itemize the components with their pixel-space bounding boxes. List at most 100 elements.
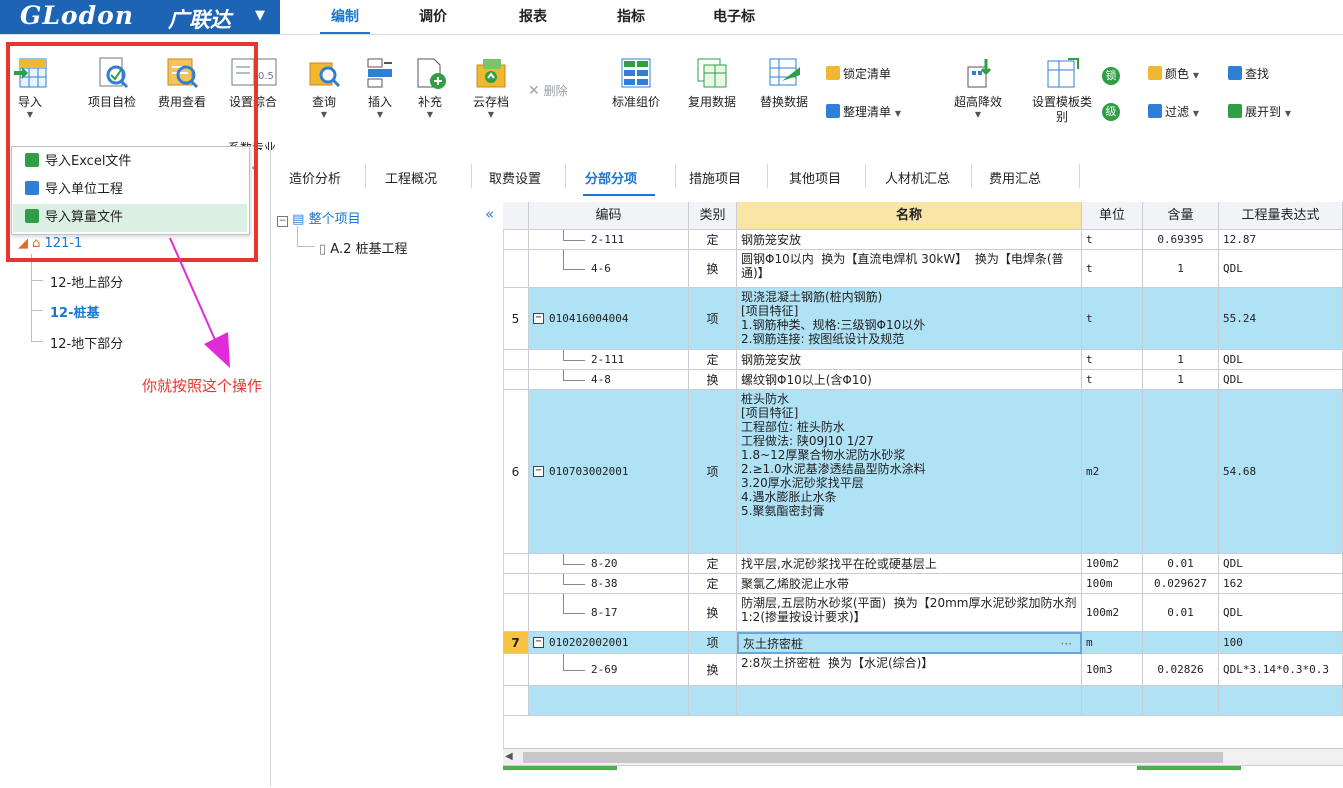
collapse-panel-icon[interactable]: « [485, 205, 494, 223]
table-cell-expr[interactable]: QDL [1219, 594, 1343, 632]
table-cell-name[interactable]: 钢筋笼安放 [737, 350, 1082, 370]
table-cell-code[interactable]: 8-17 [529, 594, 689, 632]
app-logo[interactable]: GLodon 广联达 ▼ [0, 0, 280, 34]
table-cell-code[interactable]: 8-38 [529, 574, 689, 594]
tab-other-items[interactable]: 其他项目 [789, 168, 841, 187]
scrollbar-thumb[interactable] [523, 752, 1223, 763]
table-cell-type[interactable]: 定 [689, 350, 737, 370]
table-cell-name[interactable]: 2:8灰土挤密桩 换为【水泥(综合)】 [737, 654, 1082, 686]
find-button[interactable]: 查找 [1228, 65, 1269, 82]
table-cell-expr[interactable]: QDL [1219, 554, 1343, 574]
table-cell-no[interactable]: 7 [503, 632, 529, 654]
collapse-icon[interactable]: − [533, 637, 544, 648]
table-cell-name[interactable]: 聚氯乙烯胶泥止水带 [737, 574, 1082, 594]
scroll-left-icon[interactable]: ◀ [505, 751, 513, 762]
menu-item-import-excel[interactable]: 导入Excel文件 [13, 148, 247, 176]
table-cell-name[interactable]: 灰土挤密桩 ··· [737, 632, 1082, 654]
table-cell-name[interactable]: 现浇混凝土钢筋(桩内钢筋) [项目特征] 1.钢筋种类、规格:三级钢Φ10以外 … [737, 288, 1082, 350]
replace-data-button[interactable]: 替换数据 [752, 55, 816, 110]
table-cell-unit[interactable]: 10m3 [1082, 654, 1143, 686]
table-cell-type[interactable]: 换 [689, 250, 737, 288]
table-cell-code[interactable]: 8-20 [529, 554, 689, 574]
table-cell-no[interactable] [503, 574, 529, 594]
table-cell-no[interactable] [503, 350, 529, 370]
table-cell-unit[interactable]: 100m2 [1082, 594, 1143, 632]
menu-tab-edit[interactable]: 编制 [320, 0, 370, 34]
delete-button[interactable]: ✕ 删除 [528, 82, 568, 99]
level-icon[interactable]: 级 [1102, 103, 1120, 121]
tab-fee-settings[interactable]: 取费设置 [489, 168, 541, 187]
table-cell-unit[interactable]: t [1082, 350, 1143, 370]
table-cell-qty[interactable] [1143, 632, 1219, 654]
table-cell-no[interactable] [503, 250, 529, 288]
menu-tab-report[interactable]: 报表 [508, 0, 558, 34]
table-cell-qty[interactable] [1143, 390, 1219, 554]
table-cell-type[interactable]: 定 [689, 554, 737, 574]
table-cell-no[interactable] [503, 594, 529, 632]
menu-item-import-unit-project[interactable]: 导入单位工程 [13, 176, 247, 204]
supplement-button[interactable]: 补充 ▼ [412, 55, 448, 119]
table-cell-unit[interactable]: t [1082, 250, 1143, 288]
table-cell-expr[interactable]: QDL [1219, 370, 1343, 390]
expand-to-button[interactable]: 展开到 ▼ [1228, 103, 1291, 120]
super-high-reduce-button[interactable]: 超高降效 ▼ [946, 55, 1010, 119]
cloud-save-button[interactable]: 云存档 ▼ [468, 55, 514, 119]
table-cell-code[interactable]: 2-111 [529, 230, 689, 250]
mark-icon[interactable]: 锁 [1102, 67, 1120, 85]
table-cell-no[interactable]: 6 [503, 390, 529, 554]
table-cell-unit[interactable]: m [1082, 632, 1143, 654]
standard-pricing-button[interactable]: 标准组价 [604, 55, 668, 110]
table-cell-code[interactable]: −010703002001 [529, 390, 689, 554]
menu-tab-index[interactable]: 指标 [606, 0, 656, 34]
table-cell-name[interactable]: 桩头防水 [项目特征] 工程部位: 桩头防水 工程做法: 陕09J10 1/27… [737, 390, 1082, 554]
table-cell-type[interactable]: 换 [689, 370, 737, 390]
table-cell-code[interactable]: 2-69 [529, 654, 689, 686]
organize-list-button[interactable]: 整理清单 ▼ [826, 103, 901, 120]
table-cell-code[interactable]: 4-6 [529, 250, 689, 288]
table-cell-expr[interactable]: QDL*3.14*0.3*0.3 [1219, 654, 1343, 686]
collapse-icon[interactable]: − [277, 216, 288, 227]
more-icon[interactable]: ··· [1061, 637, 1072, 651]
table-cell-qty[interactable]: 0.01 [1143, 554, 1219, 574]
horizontal-scrollbar[interactable]: ◀ [503, 748, 1343, 766]
table-cell-name[interactable]: 防潮层,五层防水砂浆(平面) 换为【20mm厚水泥砂浆加防水剂 1:2(掺量按设… [737, 594, 1082, 632]
reuse-data-button[interactable]: 复用数据 [680, 55, 744, 110]
table-cell-name[interactable]: 钢筋笼安放 [737, 230, 1082, 250]
table-cell-type[interactable]: 换 [689, 654, 737, 686]
table-cell-no[interactable] [503, 370, 529, 390]
table-cell-expr[interactable]: 162 [1219, 574, 1343, 594]
table-cell-no[interactable] [503, 654, 529, 686]
table-cell-expr[interactable]: 100 [1219, 632, 1343, 654]
tab-labor-material-summary[interactable]: 人材机汇总 [885, 168, 950, 187]
tab-sub-items[interactable]: 分部分项 [585, 168, 637, 187]
table-cell-code[interactable]: 2-111 [529, 350, 689, 370]
query-button[interactable]: 查询 ▼ [306, 55, 342, 119]
table-cell-unit[interactable]: 100m [1082, 574, 1143, 594]
table-cell-type[interactable]: 换 [689, 594, 737, 632]
table-cell-expr[interactable]: QDL [1219, 350, 1343, 370]
section-root[interactable]: − ▤ 整个项目 [277, 208, 361, 227]
tab-fee-summary[interactable]: 费用汇总 [989, 168, 1041, 187]
set-template-category-button[interactable]: 设置模板类别 [1030, 55, 1094, 125]
table-cell-type[interactable]: 项 [689, 288, 737, 350]
chevron-down-icon[interactable]: ▼ [255, 8, 265, 23]
tab-measures[interactable]: 措施项目 [689, 168, 741, 187]
table-cell-expr[interactable]: 55.24 [1219, 288, 1343, 350]
table-cell-code[interactable]: −010202002001 [529, 632, 689, 654]
table-cell-type[interactable]: 定 [689, 574, 737, 594]
tree-item-pile-foundation[interactable]: 12-桩基 [50, 302, 100, 321]
table-cell-name[interactable]: 找平层,水泥砂浆找平在砼或硬基层上 [737, 554, 1082, 574]
table-cell-unit[interactable]: t [1082, 288, 1143, 350]
tab-cost-analysis[interactable]: 造价分析 [289, 168, 341, 187]
filter-button[interactable]: 过滤 ▼ [1148, 103, 1199, 120]
table-cell-unit[interactable]: t [1082, 230, 1143, 250]
table-cell-type[interactable]: 项 [689, 632, 737, 654]
table-cell-no[interactable] [503, 554, 529, 574]
table-cell-unit[interactable]: t [1082, 370, 1143, 390]
table-cell-qty[interactable]: 0.01 [1143, 594, 1219, 632]
table-cell-qty[interactable] [1143, 288, 1219, 350]
table-cell-type[interactable]: 项 [689, 390, 737, 554]
table-cell-no[interactable] [503, 230, 529, 250]
table-cell-qty[interactable]: 1 [1143, 370, 1219, 390]
menu-tab-e-bid[interactable]: 电子标 [704, 0, 764, 34]
